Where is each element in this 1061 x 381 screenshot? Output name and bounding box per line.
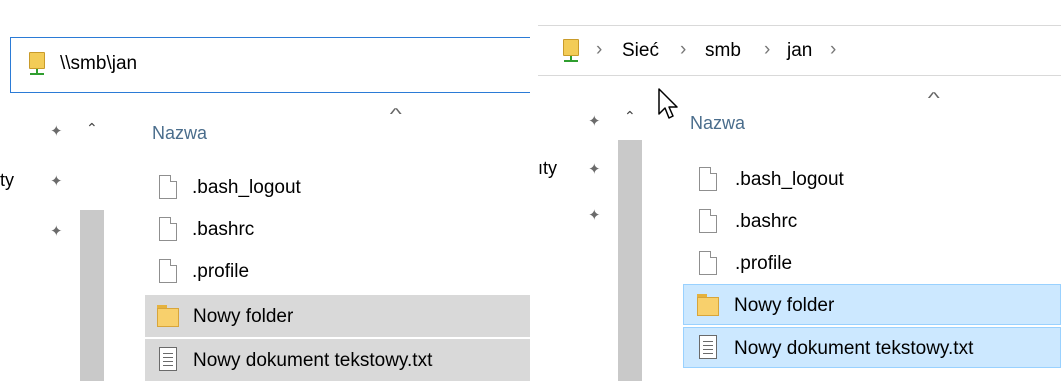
scroll-up-caret[interactable]: ⌃ <box>624 108 636 125</box>
file-name: .profile <box>192 261 250 282</box>
breadcrumb-item[interactable]: jan <box>787 40 812 62</box>
file-name: .bashrc <box>735 211 798 232</box>
nav-scrollbar[interactable] <box>80 210 104 381</box>
sort-ascending-icon: ^ <box>927 90 940 107</box>
network-location-icon <box>562 39 580 63</box>
file-name: .bashrc <box>192 219 255 240</box>
text-file-icon <box>699 335 717 359</box>
network-location-icon <box>28 52 46 76</box>
file-name: Nowy folder <box>734 295 835 316</box>
blank-file-icon <box>159 259 177 283</box>
pin-icon[interactable]: ✦ <box>588 112 601 130</box>
column-header-name[interactable]: Nazwa <box>152 123 207 144</box>
pin-icon[interactable]: ✦ <box>588 206 601 224</box>
blank-file-icon <box>699 209 717 233</box>
text-file-icon <box>159 347 177 371</box>
list-item[interactable]: .profile <box>145 252 530 291</box>
chevron-right-icon[interactable]: › <box>764 39 770 61</box>
folder-icon <box>697 292 719 316</box>
blank-file-icon <box>159 175 177 199</box>
blank-file-icon <box>699 251 717 275</box>
list-item-selected[interactable]: Nowy dokument tekstowy.txt <box>683 327 1061 368</box>
explorer-window-left: \\smb\jan ✦ ⌃ ty ✦ ✦ ^ Nazwa .bash_logou… <box>0 0 530 381</box>
list-item[interactable]: .profile <box>685 244 1061 283</box>
blank-file-icon <box>699 167 717 191</box>
list-item-selected[interactable]: Nowy folder <box>145 295 530 337</box>
file-name: .profile <box>735 253 793 274</box>
chevron-right-icon[interactable]: › <box>680 39 686 61</box>
address-bar-breadcrumb[interactable]: › Sieć › smb › jan › <box>538 25 1061 76</box>
chevron-right-icon[interactable]: › <box>830 39 836 61</box>
pin-icon[interactable]: ✦ <box>50 222 63 240</box>
pin-icon[interactable]: ✦ <box>588 160 601 178</box>
blank-file-icon <box>159 217 177 241</box>
pin-icon[interactable]: ✦ <box>50 122 63 140</box>
mouse-pointer-icon <box>658 88 678 119</box>
breadcrumb-item[interactable]: smb <box>705 40 741 62</box>
pin-icon[interactable]: ✦ <box>50 172 63 190</box>
column-header-name[interactable]: Nazwa <box>690 113 745 134</box>
address-text[interactable]: \\smb\jan <box>60 53 137 75</box>
file-name: Nowy dokument tekstowy.txt <box>734 338 974 359</box>
list-item[interactable]: .bashrc <box>685 202 1061 241</box>
address-bar[interactable]: \\smb\jan <box>10 37 530 93</box>
sort-ascending-icon: ^ <box>389 106 402 123</box>
folder-icon <box>157 303 179 327</box>
panel-divider <box>530 0 538 381</box>
nav-item-partial[interactable]: ty <box>0 170 14 191</box>
nav-item-partial[interactable]: ıty <box>538 158 557 179</box>
list-item-selected[interactable]: Nowy folder <box>683 284 1061 325</box>
chevron-right-icon[interactable]: › <box>596 39 602 61</box>
file-name: Nowy dokument tekstowy.txt <box>193 350 433 371</box>
list-item-selected[interactable]: Nowy dokument tekstowy.txt <box>145 339 530 381</box>
file-name: .bash_logout <box>192 177 301 198</box>
breadcrumb-item[interactable]: Sieć <box>622 40 659 62</box>
scroll-up-caret[interactable]: ⌃ <box>86 120 98 137</box>
file-name: Nowy folder <box>193 306 294 327</box>
nav-scrollbar[interactable] <box>618 140 642 381</box>
explorer-window-right: › Sieć › smb › jan › ✦ ⌃ ıty ✦ ✦ ^ Nazwa… <box>538 0 1061 381</box>
list-item[interactable]: .bashrc <box>145 210 530 249</box>
list-item[interactable]: .bash_logout <box>685 160 1061 199</box>
file-name: .bash_logout <box>735 169 844 190</box>
list-item[interactable]: .bash_logout <box>145 168 530 207</box>
